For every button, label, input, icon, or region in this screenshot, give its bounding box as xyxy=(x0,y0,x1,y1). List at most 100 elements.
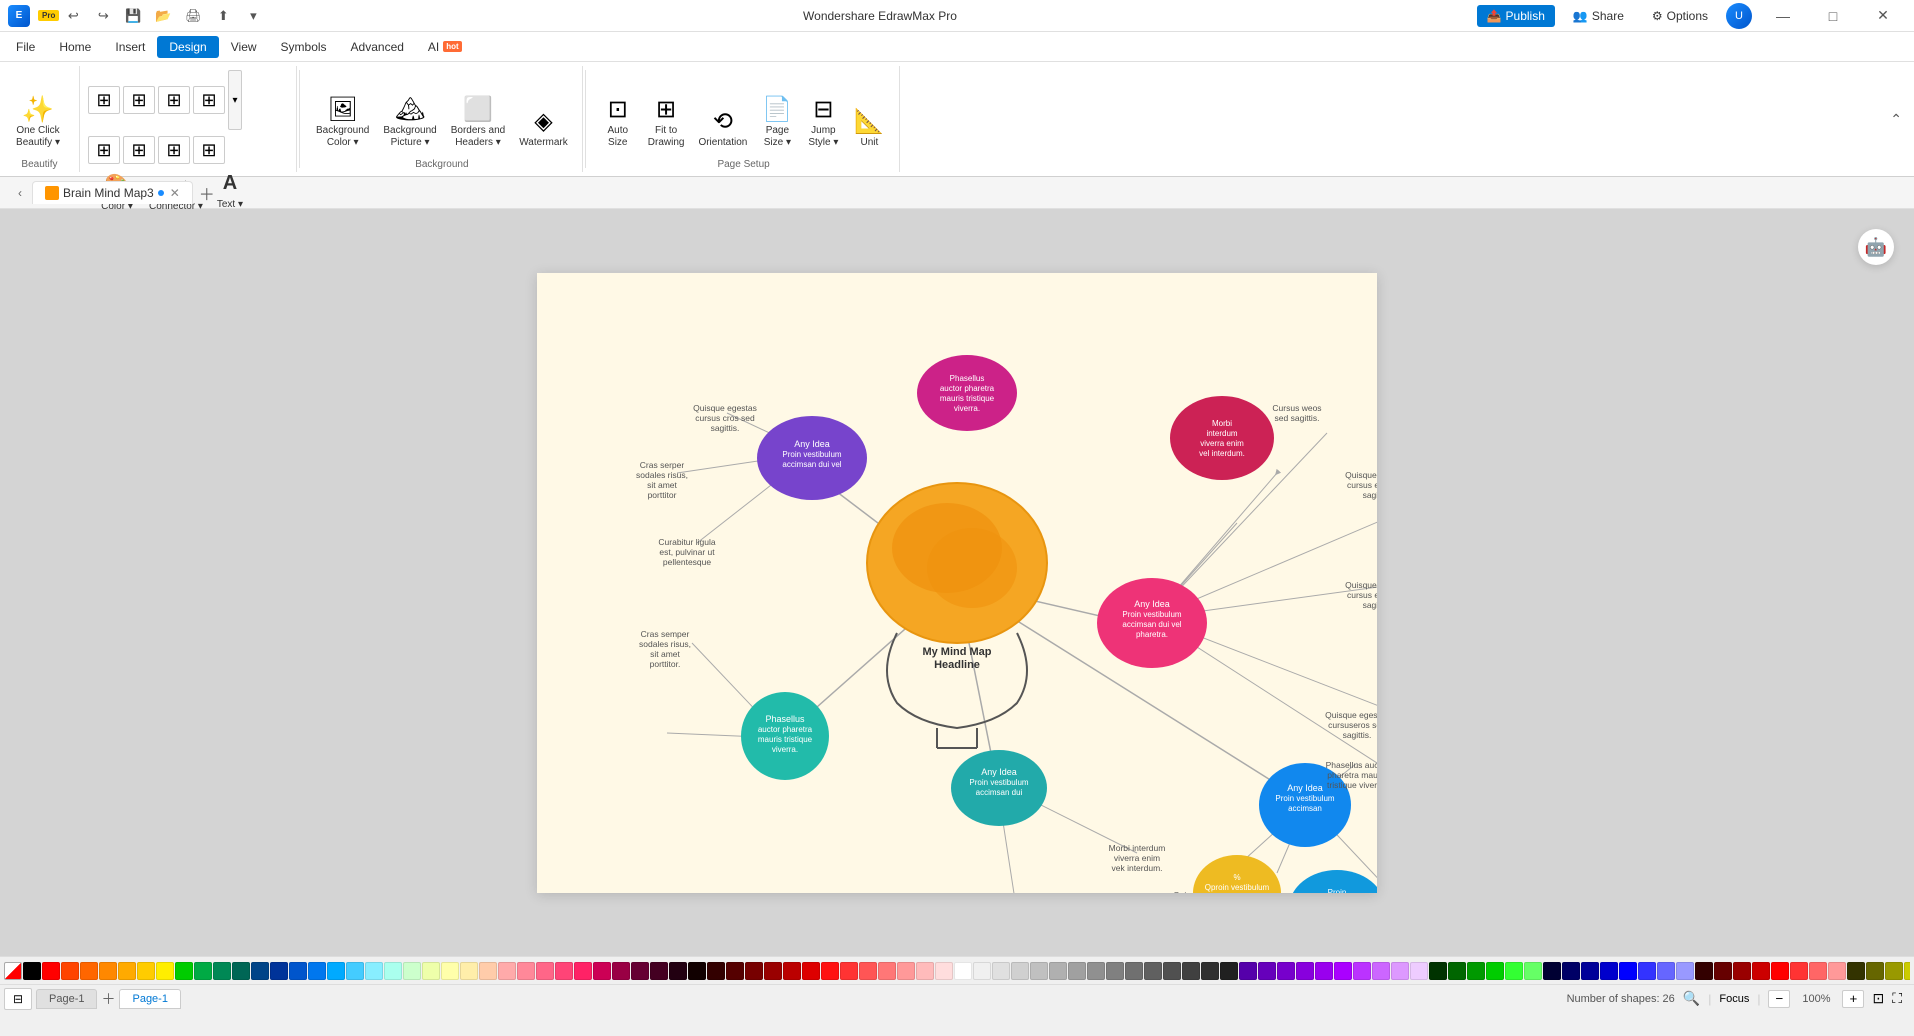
color-swatch-82[interactable] xyxy=(1581,962,1599,980)
color-swatch-50[interactable] xyxy=(973,962,991,980)
layout-button[interactable]: ⊟ xyxy=(4,988,32,1010)
search-shapes-button[interactable]: 🔍 xyxy=(1683,990,1700,1007)
minimize-button[interactable]: — xyxy=(1760,2,1806,30)
user-avatar[interactable]: U xyxy=(1726,3,1752,29)
color-swatch-40[interactable] xyxy=(783,962,801,980)
color-swatch-63[interactable] xyxy=(1220,962,1238,980)
color-swatch-5[interactable] xyxy=(118,962,136,980)
zoom-out-button[interactable]: − xyxy=(1768,990,1790,1008)
color-swatch-47[interactable] xyxy=(916,962,934,980)
color-swatch-64[interactable] xyxy=(1239,962,1257,980)
borders-button[interactable]: ⬜ Borders andHeaders ▾ xyxy=(445,94,511,153)
color-swatch-89[interactable] xyxy=(1714,962,1732,980)
color-swatch-65[interactable] xyxy=(1258,962,1276,980)
page-tab-1b[interactable]: Page-1 xyxy=(119,989,180,1009)
color-swatch-93[interactable] xyxy=(1790,962,1808,980)
color-swatch-57[interactable] xyxy=(1106,962,1124,980)
menu-symbols[interactable]: Symbols xyxy=(269,36,339,58)
menu-home[interactable]: Home xyxy=(47,36,103,58)
color-swatch-67[interactable] xyxy=(1296,962,1314,980)
color-swatch-34[interactable] xyxy=(669,962,687,980)
style-swatch-1d[interactable]: ⊞ xyxy=(193,86,225,114)
color-swatch-96[interactable] xyxy=(1847,962,1865,980)
color-swatch-27[interactable] xyxy=(536,962,554,980)
focus-button[interactable]: Focus xyxy=(1719,993,1749,1005)
color-swatch-0[interactable] xyxy=(23,962,41,980)
share-quick-button[interactable]: ⬆ xyxy=(209,2,237,30)
color-swatch-71[interactable] xyxy=(1372,962,1390,980)
color-swatch-75[interactable] xyxy=(1448,962,1466,980)
unit-button[interactable]: 📐 Unit xyxy=(847,106,891,153)
color-swatch-98[interactable] xyxy=(1885,962,1903,980)
no-color-button[interactable] xyxy=(4,962,22,980)
color-swatch-36[interactable] xyxy=(707,962,725,980)
color-swatch-24[interactable] xyxy=(479,962,497,980)
color-swatch-69[interactable] xyxy=(1334,962,1352,980)
style-swatch-2b[interactable]: ⊞ xyxy=(123,136,155,164)
color-swatch-66[interactable] xyxy=(1277,962,1295,980)
color-swatch-79[interactable] xyxy=(1524,962,1542,980)
color-swatch-51[interactable] xyxy=(992,962,1010,980)
color-swatch-30[interactable] xyxy=(593,962,611,980)
color-swatch-74[interactable] xyxy=(1429,962,1447,980)
color-swatch-35[interactable] xyxy=(688,962,706,980)
color-swatch-14[interactable] xyxy=(289,962,307,980)
color-swatch-21[interactable] xyxy=(422,962,440,980)
orientation-button[interactable]: ⟲ Orientation xyxy=(692,106,753,153)
color-swatch-88[interactable] xyxy=(1695,962,1713,980)
color-swatch-49[interactable] xyxy=(954,962,972,980)
color-swatch-2[interactable] xyxy=(61,962,79,980)
style-swatch-1a[interactable]: ⊞ xyxy=(88,86,120,114)
tab-brain-mind-map[interactable]: Brain Mind Map3 ✕ xyxy=(32,181,193,204)
color-swatch-46[interactable] xyxy=(897,962,915,980)
color-swatch-15[interactable] xyxy=(308,962,326,980)
color-swatch-13[interactable] xyxy=(270,962,288,980)
color-swatch-91[interactable] xyxy=(1752,962,1770,980)
style-swatch-2c[interactable]: ⊞ xyxy=(158,136,190,164)
watermark-button[interactable]: ◈ Watermark xyxy=(513,106,574,153)
share-button[interactable]: 👥 Share xyxy=(1563,5,1634,27)
color-swatch-70[interactable] xyxy=(1353,962,1371,980)
style-swatch-1e[interactable]: ▾ xyxy=(228,70,242,130)
maximize-button[interactable]: □ xyxy=(1810,2,1856,30)
color-swatch-29[interactable] xyxy=(574,962,592,980)
color-swatch-81[interactable] xyxy=(1562,962,1580,980)
color-swatch-77[interactable] xyxy=(1486,962,1504,980)
style-swatch-2a[interactable]: ⊞ xyxy=(88,136,120,164)
color-swatch-73[interactable] xyxy=(1410,962,1428,980)
color-swatch-80[interactable] xyxy=(1543,962,1561,980)
color-swatch-38[interactable] xyxy=(745,962,763,980)
color-swatch-61[interactable] xyxy=(1182,962,1200,980)
color-swatch-31[interactable] xyxy=(612,962,630,980)
color-swatch-32[interactable] xyxy=(631,962,649,980)
color-swatch-54[interactable] xyxy=(1049,962,1067,980)
color-swatch-94[interactable] xyxy=(1809,962,1827,980)
color-swatch-9[interactable] xyxy=(194,962,212,980)
color-swatch-39[interactable] xyxy=(764,962,782,980)
color-swatch-26[interactable] xyxy=(517,962,535,980)
color-swatch-23[interactable] xyxy=(460,962,478,980)
color-swatch-97[interactable] xyxy=(1866,962,1884,980)
publish-button[interactable]: 📤 Publish xyxy=(1477,5,1555,27)
color-swatch-11[interactable] xyxy=(232,962,250,980)
color-swatch-60[interactable] xyxy=(1163,962,1181,980)
one-click-beautify-button[interactable]: ✨ One ClickBeautify ▾ xyxy=(8,92,68,153)
close-button[interactable]: ✕ xyxy=(1860,2,1906,30)
color-swatch-18[interactable] xyxy=(365,962,383,980)
color-swatch-72[interactable] xyxy=(1391,962,1409,980)
color-swatch-76[interactable] xyxy=(1467,962,1485,980)
menu-design[interactable]: Design xyxy=(157,36,218,58)
undo-button[interactable]: ↩ xyxy=(59,2,87,30)
color-swatch-83[interactable] xyxy=(1600,962,1618,980)
menu-advanced[interactable]: Advanced xyxy=(339,36,416,58)
color-swatch-52[interactable] xyxy=(1011,962,1029,980)
menu-file[interactable]: File xyxy=(4,36,47,58)
color-swatch-84[interactable] xyxy=(1619,962,1637,980)
color-swatch-59[interactable] xyxy=(1144,962,1162,980)
options-button[interactable]: ⚙ Options xyxy=(1642,5,1718,27)
color-swatch-53[interactable] xyxy=(1030,962,1048,980)
color-swatch-56[interactable] xyxy=(1087,962,1105,980)
color-swatch-92[interactable] xyxy=(1771,962,1789,980)
menu-insert[interactable]: Insert xyxy=(103,36,157,58)
zoom-in-button[interactable]: + xyxy=(1842,990,1864,1008)
